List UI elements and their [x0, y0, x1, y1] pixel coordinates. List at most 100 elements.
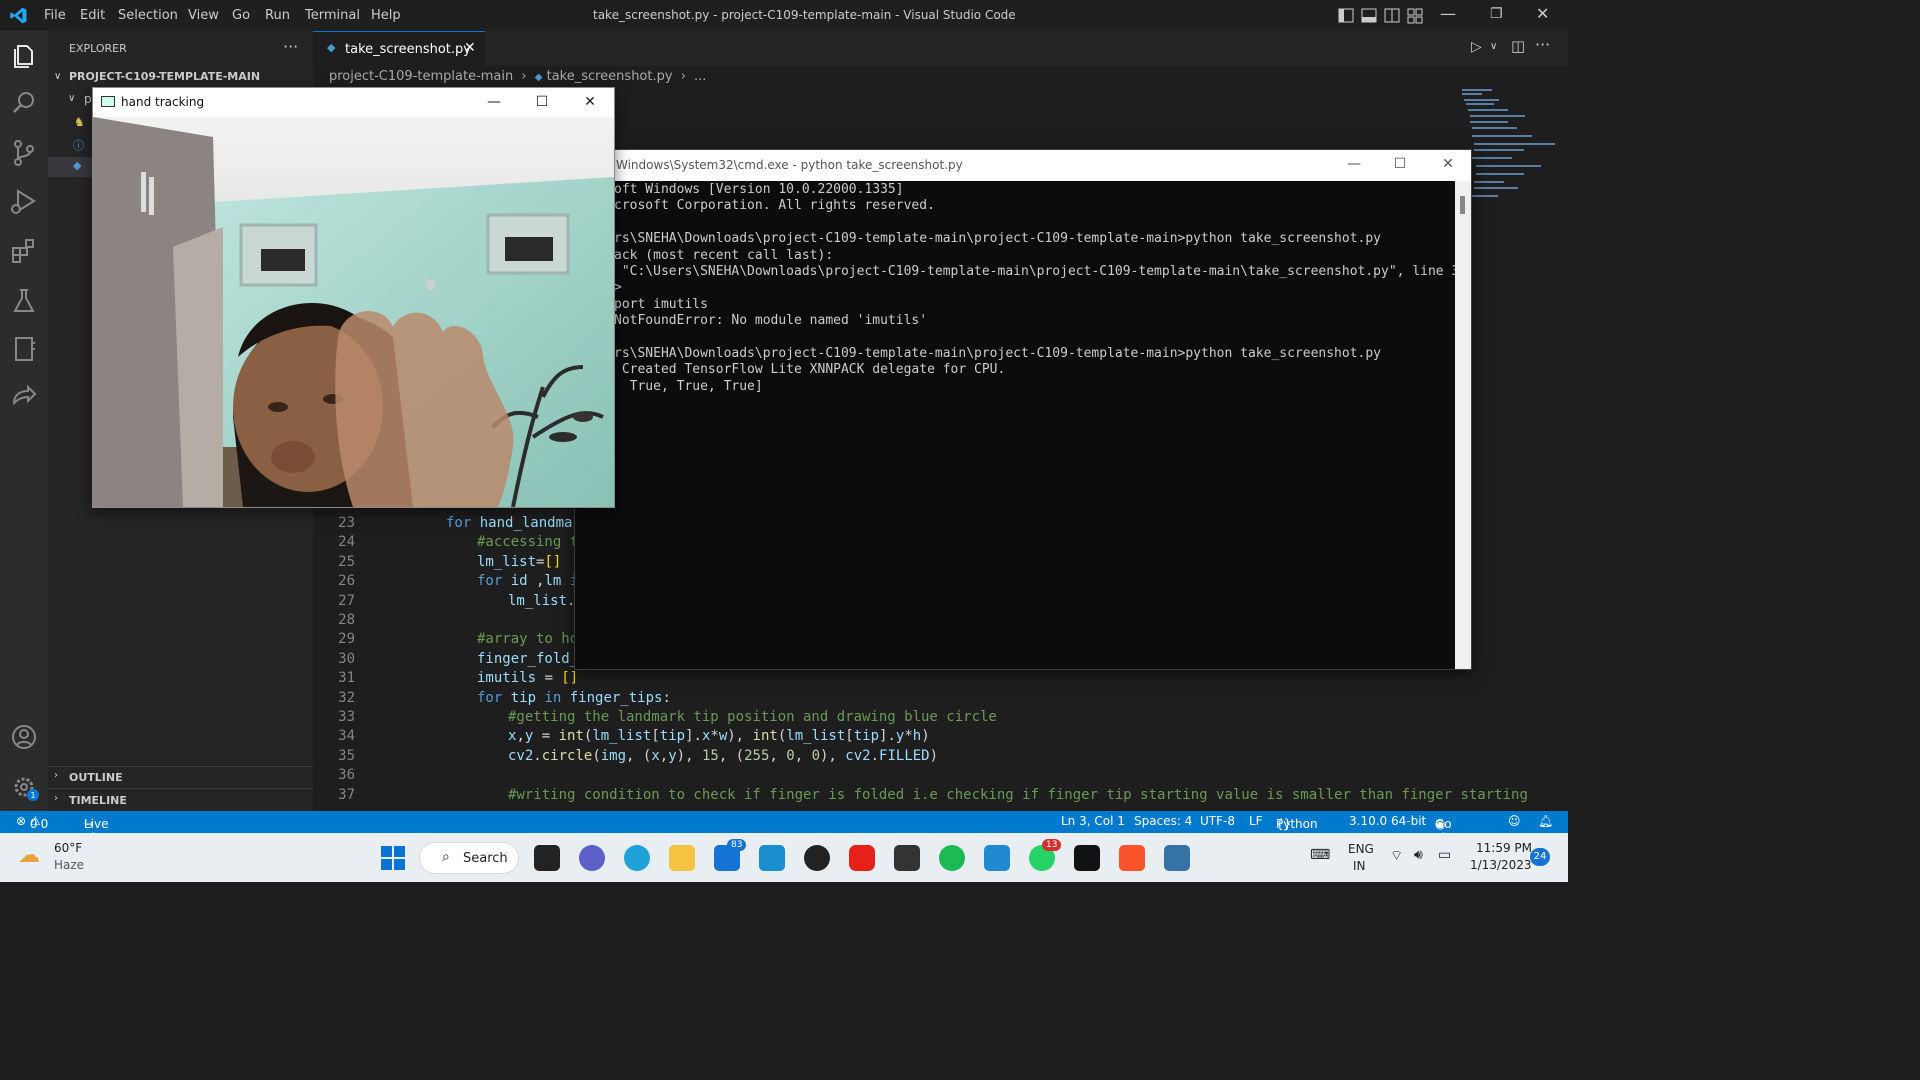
folder-chevron-icon[interactable]: ∨: [68, 93, 75, 104]
volume-icon[interactable]: 🔊︎: [1414, 847, 1423, 863]
breadcrumb-folder[interactable]: project-C109-template-main: [329, 69, 513, 84]
notebook-icon[interactable]: [8, 333, 40, 365]
chevron-down-icon[interactable]: ∨: [54, 71, 61, 82]
menu-edit[interactable]: Edit: [80, 8, 105, 23]
settings-gear-icon[interactable]: 1: [8, 771, 40, 803]
cmd-maximize-button[interactable]: ☐: [1377, 150, 1423, 179]
timeline-section[interactable]: TIMELINE: [69, 794, 127, 807]
language-label: Python: [1276, 817, 1318, 831]
restore-button[interactable]: ❐: [1490, 6, 1503, 22]
l-app-icon[interactable]: [759, 845, 785, 871]
task-view-icon[interactable]: [534, 845, 560, 871]
cmd-window[interactable]: Windows\System32\cmd.exe - python take_s…: [574, 149, 1472, 670]
title-bar: File Edit Selection View Go Run Terminal…: [0, 0, 1568, 31]
info-file-icon[interactable]: ⓘ: [73, 137, 84, 153]
python-app-icon[interactable]: [1164, 845, 1190, 871]
hand-maximize-button[interactable]: ☐: [519, 88, 565, 117]
wifi-icon[interactable]: ⌔: [1390, 847, 1403, 865]
teams-chat-icon[interactable]: [579, 845, 605, 871]
menu-go[interactable]: Go: [232, 8, 250, 23]
vscode-logo-icon: [10, 7, 27, 24]
word-app-icon[interactable]: [894, 845, 920, 871]
minimap[interactable]: [1460, 87, 1559, 207]
chevron-right-icon[interactable]: ›: [54, 793, 58, 804]
menu-terminal[interactable]: Terminal: [305, 8, 360, 23]
keyboard-icon[interactable]: ⌨: [1310, 847, 1330, 863]
testing-icon[interactable]: [8, 285, 40, 317]
vscode-taskbar-icon[interactable]: [984, 845, 1010, 871]
source-control-icon[interactable]: [8, 137, 40, 169]
notifications-bell-icon[interactable]: 🔔︎: [1538, 814, 1553, 828]
code-line[interactable]: 36: [313, 767, 1453, 786]
editor-more-icon[interactable]: ···: [1535, 35, 1550, 54]
brave-browser-icon[interactable]: [1119, 845, 1145, 871]
language-indicator[interactable]: ENG: [1348, 842, 1374, 856]
minimize-button[interactable]: —: [1440, 4, 1456, 23]
menu-file[interactable]: File: [44, 8, 66, 23]
taskbar-search-box[interactable]: ⌕ Search: [419, 842, 519, 874]
edge-browser-icon[interactable]: [624, 845, 650, 871]
project-folder[interactable]: PROJECT-C109-TEMPLATE-MAIN: [69, 70, 260, 83]
menu-run[interactable]: Run: [265, 8, 290, 23]
notification-count-badge[interactable]: 24: [1530, 848, 1550, 866]
menu-view[interactable]: View: [188, 8, 219, 23]
code-line[interactable]: 35 cv2.circle(img, (x,y), 15, (255, 0, 0)…: [313, 748, 1453, 767]
outline-section[interactable]: OUTLINE: [69, 771, 123, 784]
cmd-close-button[interactable]: ✕: [1425, 150, 1471, 179]
youtube-icon[interactable]: [849, 845, 875, 871]
cmd-scrollbar[interactable]: [1455, 181, 1471, 669]
indentation[interactable]: Spaces: 4: [1134, 814, 1192, 828]
end-of-line[interactable]: LF: [1249, 814, 1263, 828]
terminal-icon[interactable]: [1074, 845, 1100, 871]
cmd-minimize-button[interactable]: —: [1331, 150, 1377, 179]
chevron-right-icon[interactable]: ›: [54, 770, 58, 781]
hand-tracking-window[interactable]: hand tracking — ☐ ✕: [92, 87, 615, 508]
python-file-icon: ◆: [534, 72, 543, 83]
cmd-titlebar[interactable]: Windows\System32\cmd.exe - python take_s…: [575, 150, 1471, 181]
file-explorer-icon[interactable]: [669, 845, 695, 871]
tab-label: take_screenshot.py: [345, 42, 471, 57]
layout-toggle-icons[interactable]: [1338, 8, 1428, 24]
battery-icon[interactable]: ▭: [1438, 847, 1451, 863]
code-line[interactable]: 37 #writing condition to check if finger …: [313, 787, 1528, 806]
weather-icon[interactable]: ☁: [18, 843, 40, 868]
split-editor-icon[interactable]: ◫: [1511, 37, 1525, 55]
close-window-button[interactable]: ✕: [1536, 4, 1549, 23]
cmd-title: Windows\System32\cmd.exe - python take_s…: [616, 158, 963, 172]
tab-take-screenshot[interactable]: ◆ take_screenshot.py ✕: [313, 31, 485, 66]
problems-indicator[interactable]: ⊗ 0 ⚠ 0: [16, 814, 48, 831]
run-debug-icon[interactable]: [8, 185, 40, 217]
more-actions-icon[interactable]: ···: [283, 37, 298, 56]
cursor-position[interactable]: Ln 3, Col 1: [1061, 814, 1125, 828]
subfolder-label[interactable]: p: [84, 92, 92, 106]
live-share-icon[interactable]: [8, 381, 40, 413]
code-line[interactable]: 32 for tip in finger_tips:: [313, 690, 1453, 709]
weather-temp[interactable]: 60°F: [54, 841, 82, 855]
start-windows-icon[interactable]: [381, 846, 405, 870]
media-player-icon[interactable]: [804, 845, 830, 871]
run-dropdown-icon[interactable]: ∨: [1490, 41, 1497, 52]
cmd-output[interactable]: oft Windows [Version 10.0.22000.1335] cro…: [575, 181, 1455, 669]
menu-selection[interactable]: Selection: [118, 8, 178, 23]
encoding[interactable]: UTF-8: [1200, 814, 1235, 828]
code-line[interactable]: 34 x,y = int(lm_list[tip].x*w), int(lm_li…: [313, 728, 1453, 747]
account-icon[interactable]: [8, 721, 40, 753]
breadcrumb-file[interactable]: take_screenshot.py: [547, 69, 673, 84]
clock-time[interactable]: 11:59 PM: [1476, 841, 1532, 855]
close-tab-icon[interactable]: ✕: [464, 40, 476, 56]
scroll-thumb[interactable]: [1460, 196, 1465, 214]
run-file-icon[interactable]: ▷: [1471, 39, 1482, 55]
search-icon[interactable]: [8, 87, 40, 119]
hand-close-button[interactable]: ✕: [567, 88, 613, 117]
explorer-icon[interactable]: [8, 39, 40, 71]
spotify-icon[interactable]: [939, 845, 965, 871]
code-line[interactable]: 33 #getting the landmark tip position and…: [313, 709, 1453, 728]
hand-minimize-button[interactable]: —: [471, 88, 517, 117]
code-line[interactable]: 31 imutils = []: [313, 670, 1453, 689]
breadcrumb-more[interactable]: ...: [694, 69, 706, 84]
extensions-icon[interactable]: [8, 235, 40, 267]
menu-help[interactable]: Help: [371, 8, 401, 23]
python-interpreter[interactable]: 3.10.0 64-bit: [1349, 814, 1426, 828]
file-icon-yaml[interactable]: ♞: [74, 115, 85, 129]
feedback-icon[interactable]: ☺: [1508, 814, 1521, 828]
